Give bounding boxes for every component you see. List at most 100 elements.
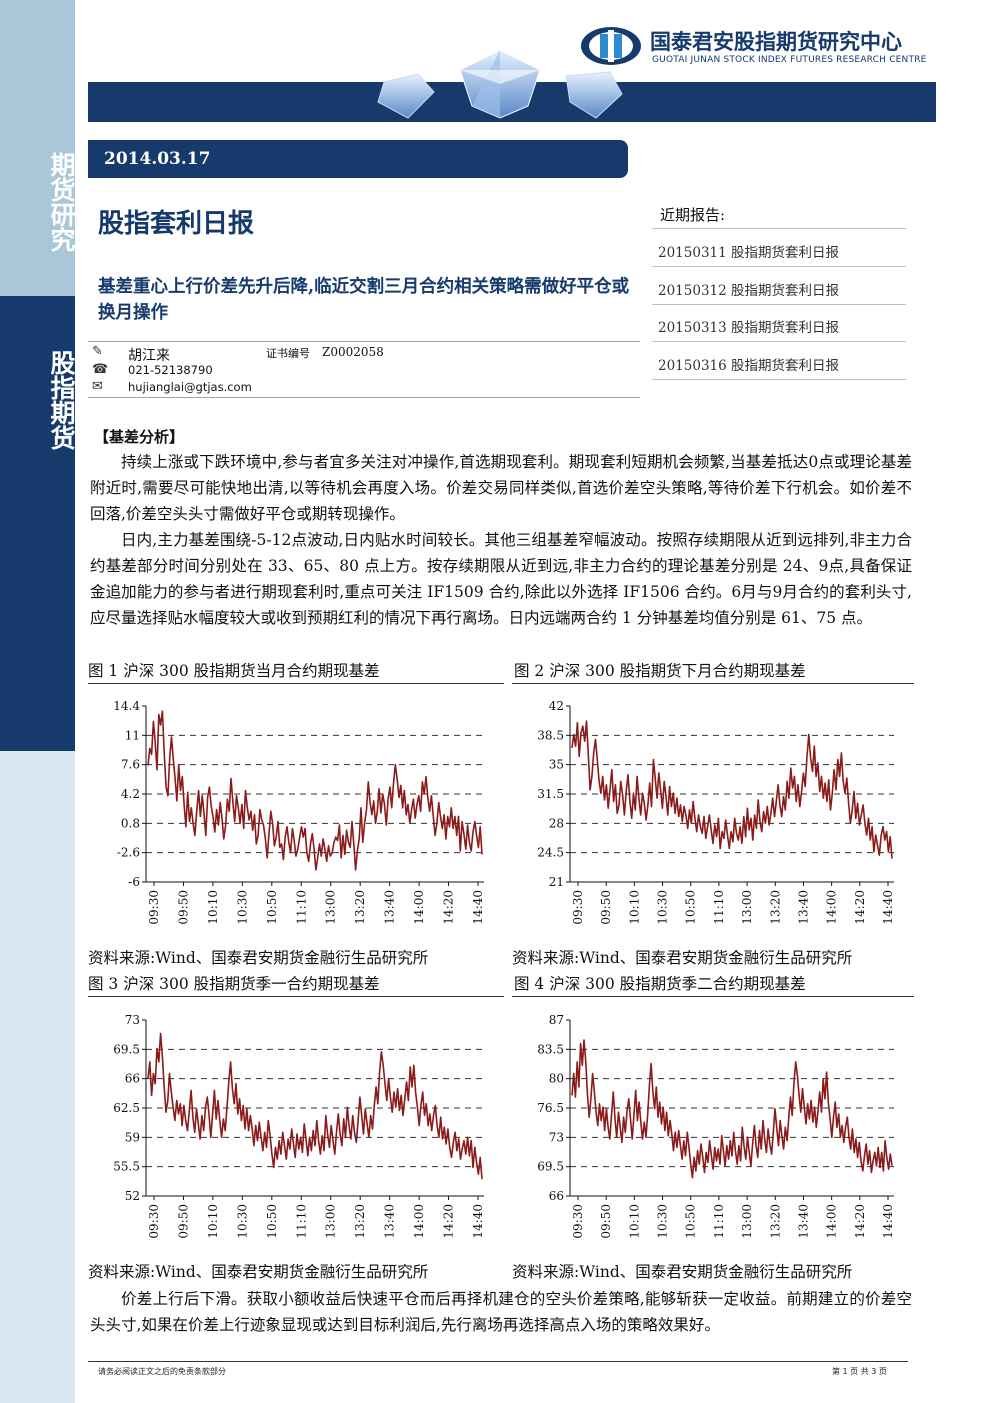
- author-name: 胡江来: [128, 348, 170, 364]
- chart-4-title: 图 4 沪深 300 股指期货季二合约期现基差: [514, 975, 806, 993]
- x-tick-label: 13:00: [740, 1204, 754, 1239]
- x-tick-label: 14:40: [471, 890, 485, 925]
- x-tick-label: 10:10: [206, 1204, 220, 1239]
- x-tick-label: 09:30: [147, 1204, 161, 1239]
- analysis-paragraph-1: 持续上涨或下跌环境中,参与者宜多关注对冲操作,首选期现套利。期现套利短期机会频繁…: [90, 453, 912, 523]
- author-phone: 021-52138790: [128, 363, 213, 377]
- recent-divider: [652, 379, 906, 380]
- chart-4-top-rule: [512, 996, 914, 997]
- y-tick-label: 11: [125, 728, 140, 742]
- x-tick-label: 14:20: [442, 890, 456, 925]
- author-divider-top: [88, 341, 640, 342]
- recent-divider: [652, 228, 906, 229]
- x-tick-label: 14:40: [881, 890, 895, 925]
- x-tick-label: 14:40: [881, 1204, 895, 1239]
- report-subtitle: 基差重心上行价差先升后降,临近交割三月合约相关策略需做好平仓或换月操作: [98, 277, 630, 323]
- y-tick-label: 76.5: [537, 1101, 564, 1115]
- x-tick-label: 14:00: [825, 890, 839, 925]
- recent-reports-heading: 近期报告:: [660, 206, 726, 224]
- analysis-paragraph-3: 价差上行后下滑。获取小额收益后快速平仓而后再择机建仓的空头价差策略,能够斩获一定…: [90, 1290, 912, 1334]
- chart-4-source: 资料来源:Wind、国泰君安期货金融衍生品研究所: [512, 1263, 853, 1281]
- x-tick-label: 11:10: [294, 1204, 308, 1239]
- y-tick-label: 28: [549, 816, 564, 830]
- x-tick-label: 13:20: [353, 890, 367, 925]
- x-tick-label: 10:30: [235, 890, 249, 925]
- sidebar-bottom-band: [0, 751, 75, 1403]
- x-tick-label: 14:20: [442, 1204, 456, 1239]
- chart-3-source: 资料来源:Wind、国泰君安期货金融衍生品研究所: [88, 1263, 429, 1281]
- x-tick-label: 09:50: [176, 1204, 190, 1239]
- y-tick-label: 7.6: [121, 758, 140, 772]
- x-tick-label: 13:20: [768, 1204, 782, 1239]
- x-tick-label: 14:00: [412, 1204, 426, 1239]
- y-tick-label: 55.5: [113, 1160, 140, 1174]
- x-tick-label: 13:40: [796, 1204, 810, 1239]
- x-tick-label: 14:20: [853, 890, 867, 925]
- footer-page-number: 第 1 页 共 3 页: [832, 1367, 887, 1376]
- x-tick-label: 10:50: [684, 890, 698, 925]
- x-tick-label: 09:50: [599, 890, 613, 925]
- x-tick-label: 13:00: [324, 890, 338, 925]
- x-tick-label: 11:10: [712, 890, 726, 925]
- chart-1-source: 资料来源:Wind、国泰君安期货金融衍生品研究所: [88, 949, 429, 967]
- x-tick-label: 09:30: [571, 890, 585, 925]
- author-email[interactable]: hujianglai@gtjas.com: [128, 380, 252, 394]
- chart-1-title: 图 1 沪深 300 股指期货当月合约期现基差: [88, 662, 380, 680]
- y-tick-label: 62.5: [113, 1101, 140, 1115]
- y-tick-label: 0.8: [121, 816, 140, 830]
- diamond-gems-icon: [377, 49, 623, 119]
- chart-3-top-rule: [88, 996, 504, 997]
- x-tick-label: 09:30: [147, 890, 161, 925]
- y-tick-label: 24.5: [537, 846, 564, 860]
- org-name-en: GUOTAI JUNAN STOCK INDEX FUTURES RESEARC…: [652, 55, 927, 65]
- y-tick-label: 66: [549, 1189, 564, 1203]
- y-tick-label: 35: [549, 758, 564, 772]
- y-tick-label: 73: [125, 1013, 140, 1027]
- recent-divider: [652, 266, 906, 267]
- chart-1-top-rule: [88, 683, 504, 684]
- recent-report-link[interactable]: 20150313 股指期货套利日报: [658, 316, 839, 336]
- x-tick-label: 14:00: [825, 1204, 839, 1239]
- series-line: [147, 1032, 483, 1180]
- y-tick-label: 83.5: [537, 1042, 564, 1056]
- chart-2-plot: 42 38.5 35 31.5 28 24.5 21 09:30 09:50 10:10 10:30…: [537, 699, 895, 925]
- cert-number: Z0002058: [322, 345, 384, 359]
- y-tick-label: 66: [125, 1072, 140, 1086]
- author-divider-bottom: [88, 397, 640, 398]
- phone-icon: ☎: [92, 362, 109, 377]
- x-tick-label: 09:50: [176, 890, 190, 925]
- y-tick-label: 31.5: [537, 787, 564, 801]
- x-tick-label: 10:30: [656, 1204, 670, 1239]
- pen-icon: ✎: [92, 344, 103, 359]
- x-tick-label: 13:40: [383, 1204, 397, 1239]
- org-name-cn: 国泰君安股指期货研究中心: [650, 30, 902, 54]
- recent-report-link[interactable]: 20150316 股指期货套利日报: [658, 354, 839, 374]
- recent-divider: [652, 341, 906, 342]
- x-tick-label: 09:30: [571, 1204, 585, 1239]
- x-tick-label: 13:20: [768, 890, 782, 925]
- report-date: 2014.03.17: [88, 140, 628, 178]
- series-line: [571, 720, 893, 859]
- recent-report-link[interactable]: 20150312 股指期货套利日报: [658, 279, 839, 299]
- y-tick-label: 21: [549, 875, 564, 889]
- chart-2-top-rule: [512, 683, 914, 684]
- series-line: [571, 1039, 893, 1179]
- y-tick-label: 4.2: [121, 787, 140, 801]
- y-tick-label: 42: [549, 699, 564, 713]
- y-tick-label: 59: [125, 1130, 140, 1144]
- analysis-paragraph-2: 日内,主力基差围绕-5-12点波动,日内贴水时间较长。其他三组基差窄幅波动。按照…: [90, 531, 912, 627]
- sidebar-label-research: 期货研究: [47, 152, 76, 252]
- recent-report-link[interactable]: 20150311 股指期货套利日报: [658, 241, 839, 261]
- y-tick-label: 69.5: [537, 1160, 564, 1174]
- y-tick-label: 80: [549, 1072, 564, 1086]
- x-tick-label: 10:10: [627, 890, 641, 925]
- footer-divider: [88, 1361, 908, 1362]
- x-tick-label: 10:50: [684, 1204, 698, 1239]
- x-tick-label: 14:40: [471, 1204, 485, 1239]
- x-tick-label: 09:50: [599, 1204, 613, 1239]
- x-tick-label: 13:40: [796, 890, 810, 925]
- footer-disclaimer: 请务必阅读正文之后的免责条款部分: [98, 1367, 226, 1376]
- y-tick-label: 87: [549, 1013, 564, 1027]
- x-tick-label: 11:10: [294, 890, 308, 925]
- recent-divider: [652, 304, 906, 305]
